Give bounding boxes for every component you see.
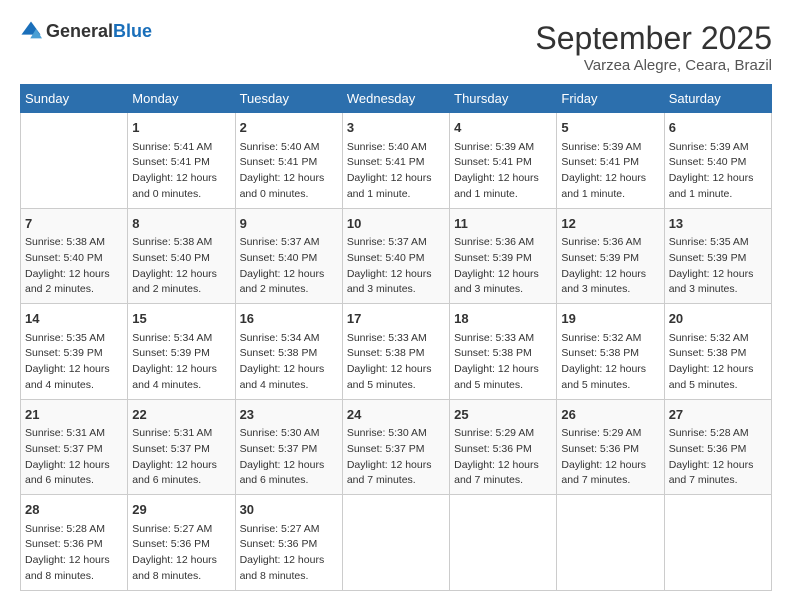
title-area: September 2025 Varzea Alegre, Ceara, Bra… (535, 20, 772, 74)
week-row-2: 7Sunrise: 5:38 AMSunset: 5:40 PMDaylight… (21, 208, 772, 304)
day-number: 26 (561, 405, 659, 425)
calendar-cell (21, 113, 128, 209)
day-number: 10 (347, 214, 445, 234)
calendar-cell: 23Sunrise: 5:30 AMSunset: 5:37 PMDayligh… (235, 399, 342, 495)
calendar-cell: 28Sunrise: 5:28 AMSunset: 5:36 PMDayligh… (21, 495, 128, 591)
calendar-cell: 6Sunrise: 5:39 AMSunset: 5:40 PMDaylight… (664, 113, 771, 209)
calendar-cell: 1Sunrise: 5:41 AMSunset: 5:41 PMDaylight… (128, 113, 235, 209)
calendar-cell: 17Sunrise: 5:33 AMSunset: 5:38 PMDayligh… (342, 304, 449, 400)
dow-header-tuesday: Tuesday (235, 85, 342, 113)
day-number: 24 (347, 405, 445, 425)
dow-header-friday: Friday (557, 85, 664, 113)
calendar-cell: 12Sunrise: 5:36 AMSunset: 5:39 PMDayligh… (557, 208, 664, 304)
logo-blue: Blue (113, 21, 152, 41)
calendar-cell: 22Sunrise: 5:31 AMSunset: 5:37 PMDayligh… (128, 399, 235, 495)
header: GeneralBlue September 2025 Varzea Alegre… (20, 20, 772, 74)
calendar-cell: 2Sunrise: 5:40 AMSunset: 5:41 PMDaylight… (235, 113, 342, 209)
day-number: 3 (347, 118, 445, 138)
day-number: 28 (25, 500, 123, 520)
calendar-body: 1Sunrise: 5:41 AMSunset: 5:41 PMDaylight… (21, 113, 772, 591)
day-number: 9 (240, 214, 338, 234)
location-title: Varzea Alegre, Ceara, Brazil (535, 57, 772, 74)
logo: GeneralBlue (20, 20, 152, 42)
calendar-cell: 19Sunrise: 5:32 AMSunset: 5:38 PMDayligh… (557, 304, 664, 400)
day-number: 7 (25, 214, 123, 234)
dow-header-sunday: Sunday (21, 85, 128, 113)
calendar-cell: 15Sunrise: 5:34 AMSunset: 5:39 PMDayligh… (128, 304, 235, 400)
calendar-cell: 13Sunrise: 5:35 AMSunset: 5:39 PMDayligh… (664, 208, 771, 304)
calendar-cell: 20Sunrise: 5:32 AMSunset: 5:38 PMDayligh… (664, 304, 771, 400)
calendar-cell: 18Sunrise: 5:33 AMSunset: 5:38 PMDayligh… (450, 304, 557, 400)
calendar-cell (664, 495, 771, 591)
month-title: September 2025 (535, 20, 772, 57)
calendar-cell: 16Sunrise: 5:34 AMSunset: 5:38 PMDayligh… (235, 304, 342, 400)
day-number: 17 (347, 309, 445, 329)
week-row-1: 1Sunrise: 5:41 AMSunset: 5:41 PMDaylight… (21, 113, 772, 209)
week-row-5: 28Sunrise: 5:28 AMSunset: 5:36 PMDayligh… (21, 495, 772, 591)
day-number: 16 (240, 309, 338, 329)
calendar-cell: 10Sunrise: 5:37 AMSunset: 5:40 PMDayligh… (342, 208, 449, 304)
calendar-cell: 26Sunrise: 5:29 AMSunset: 5:36 PMDayligh… (557, 399, 664, 495)
day-number: 27 (669, 405, 767, 425)
calendar-table: SundayMondayTuesdayWednesdayThursdayFrid… (20, 84, 772, 591)
day-number: 4 (454, 118, 552, 138)
calendar-cell (450, 495, 557, 591)
day-number: 21 (25, 405, 123, 425)
day-number: 30 (240, 500, 338, 520)
day-number: 23 (240, 405, 338, 425)
day-number: 14 (25, 309, 123, 329)
calendar-cell: 29Sunrise: 5:27 AMSunset: 5:36 PMDayligh… (128, 495, 235, 591)
week-row-3: 14Sunrise: 5:35 AMSunset: 5:39 PMDayligh… (21, 304, 772, 400)
calendar-cell: 8Sunrise: 5:38 AMSunset: 5:40 PMDaylight… (128, 208, 235, 304)
calendar-cell: 11Sunrise: 5:36 AMSunset: 5:39 PMDayligh… (450, 208, 557, 304)
dow-header-monday: Monday (128, 85, 235, 113)
calendar-cell (342, 495, 449, 591)
day-number: 8 (132, 214, 230, 234)
calendar-cell: 24Sunrise: 5:30 AMSunset: 5:37 PMDayligh… (342, 399, 449, 495)
calendar-cell: 7Sunrise: 5:38 AMSunset: 5:40 PMDaylight… (21, 208, 128, 304)
day-number: 20 (669, 309, 767, 329)
logo-icon (20, 20, 42, 42)
day-number: 5 (561, 118, 659, 138)
calendar-cell (557, 495, 664, 591)
day-number: 11 (454, 214, 552, 234)
week-row-4: 21Sunrise: 5:31 AMSunset: 5:37 PMDayligh… (21, 399, 772, 495)
calendar-cell: 3Sunrise: 5:40 AMSunset: 5:41 PMDaylight… (342, 113, 449, 209)
calendar-cell: 4Sunrise: 5:39 AMSunset: 5:41 PMDaylight… (450, 113, 557, 209)
calendar-cell: 27Sunrise: 5:28 AMSunset: 5:36 PMDayligh… (664, 399, 771, 495)
day-number: 19 (561, 309, 659, 329)
calendar-cell: 14Sunrise: 5:35 AMSunset: 5:39 PMDayligh… (21, 304, 128, 400)
day-number: 12 (561, 214, 659, 234)
day-number: 15 (132, 309, 230, 329)
dow-header-wednesday: Wednesday (342, 85, 449, 113)
day-number: 13 (669, 214, 767, 234)
calendar-cell: 21Sunrise: 5:31 AMSunset: 5:37 PMDayligh… (21, 399, 128, 495)
day-number: 6 (669, 118, 767, 138)
day-number: 22 (132, 405, 230, 425)
calendar-cell: 30Sunrise: 5:27 AMSunset: 5:36 PMDayligh… (235, 495, 342, 591)
logo-general: General (46, 21, 113, 41)
day-number: 25 (454, 405, 552, 425)
dow-header-thursday: Thursday (450, 85, 557, 113)
day-number: 1 (132, 118, 230, 138)
day-number: 2 (240, 118, 338, 138)
day-number: 29 (132, 500, 230, 520)
day-number: 18 (454, 309, 552, 329)
dow-header-saturday: Saturday (664, 85, 771, 113)
calendar-cell: 5Sunrise: 5:39 AMSunset: 5:41 PMDaylight… (557, 113, 664, 209)
day-of-week-row: SundayMondayTuesdayWednesdayThursdayFrid… (21, 85, 772, 113)
calendar-cell: 9Sunrise: 5:37 AMSunset: 5:40 PMDaylight… (235, 208, 342, 304)
calendar-cell: 25Sunrise: 5:29 AMSunset: 5:36 PMDayligh… (450, 399, 557, 495)
